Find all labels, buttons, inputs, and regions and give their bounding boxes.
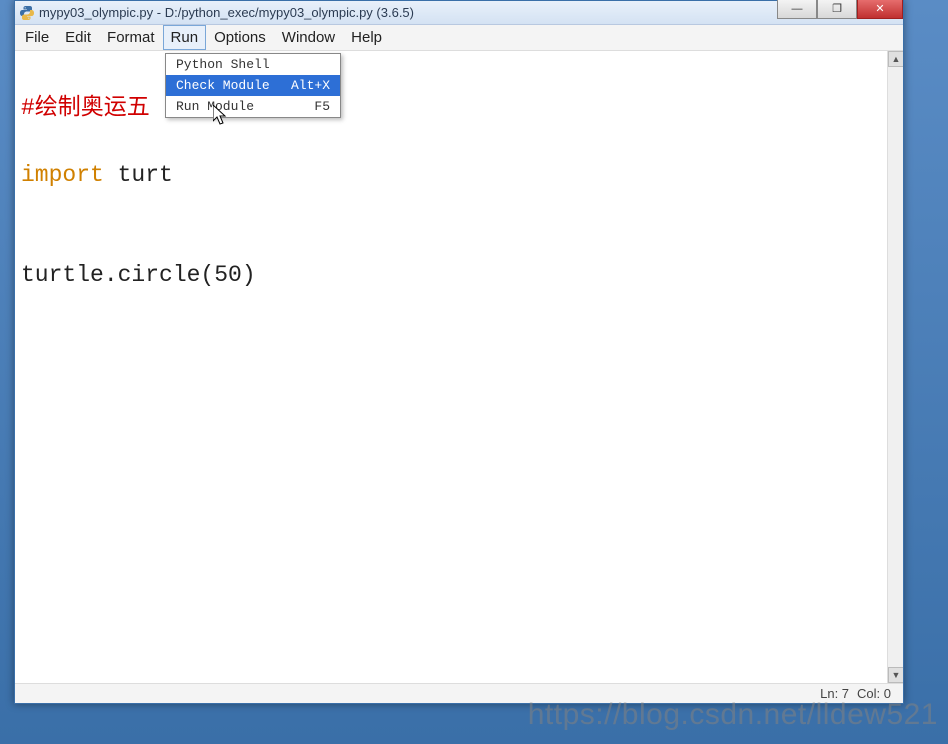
- minimize-button[interactable]: —: [777, 0, 817, 19]
- menu-item-python-shell[interactable]: Python Shell: [166, 54, 340, 75]
- close-button[interactable]: ✕: [857, 0, 903, 19]
- maximize-button[interactable]: ❐: [817, 0, 857, 19]
- menu-item-check-module[interactable]: Check Module Alt+X: [166, 75, 340, 96]
- scroll-up-button[interactable]: ▲: [888, 51, 903, 67]
- menu-file[interactable]: File: [17, 25, 57, 50]
- watermark-text: https://blog.csdn.net/lldew521: [528, 698, 938, 732]
- menu-window[interactable]: Window: [274, 25, 343, 50]
- menu-item-label: Python Shell: [176, 57, 270, 72]
- menu-edit[interactable]: Edit: [57, 25, 99, 50]
- window-controls: — ❐ ✕: [777, 0, 903, 19]
- menu-format[interactable]: Format: [99, 25, 163, 50]
- code-import-rest: turt: [104, 162, 173, 188]
- title-bar[interactable]: mypy03_olympic.py - D:/python_exec/mypy0…: [15, 1, 903, 25]
- scroll-down-button[interactable]: ▼: [888, 667, 903, 683]
- menu-item-shortcut: Alt+X: [291, 78, 330, 93]
- idle-window: mypy03_olympic.py - D:/python_exec/mypy0…: [14, 0, 904, 704]
- code-editor[interactable]: #绘制奥运五 import turt turtle.circle(50) Pyt…: [15, 51, 903, 683]
- menu-item-label: Check Module: [176, 78, 270, 93]
- menu-options[interactable]: Options: [206, 25, 274, 50]
- menu-help[interactable]: Help: [343, 25, 390, 50]
- python-icon: [19, 5, 35, 21]
- menu-item-run-module[interactable]: Run Module F5: [166, 96, 340, 117]
- code-statement: turtle.circle(50): [21, 262, 256, 288]
- menu-bar: File Edit Format Run Options Window Help: [15, 25, 903, 51]
- menu-run[interactable]: Run: [163, 25, 207, 50]
- vertical-scrollbar[interactable]: ▲ ▼: [887, 51, 903, 683]
- menu-item-label: Run Module: [176, 99, 254, 114]
- menu-item-shortcut: F5: [314, 99, 330, 114]
- code-comment-line: #绘制奥运五: [21, 95, 150, 121]
- code-import-keyword: import: [21, 162, 104, 188]
- run-menu-dropdown: Python Shell Check Module Alt+X Run Modu…: [165, 53, 341, 118]
- window-title: mypy03_olympic.py - D:/python_exec/mypy0…: [39, 5, 414, 20]
